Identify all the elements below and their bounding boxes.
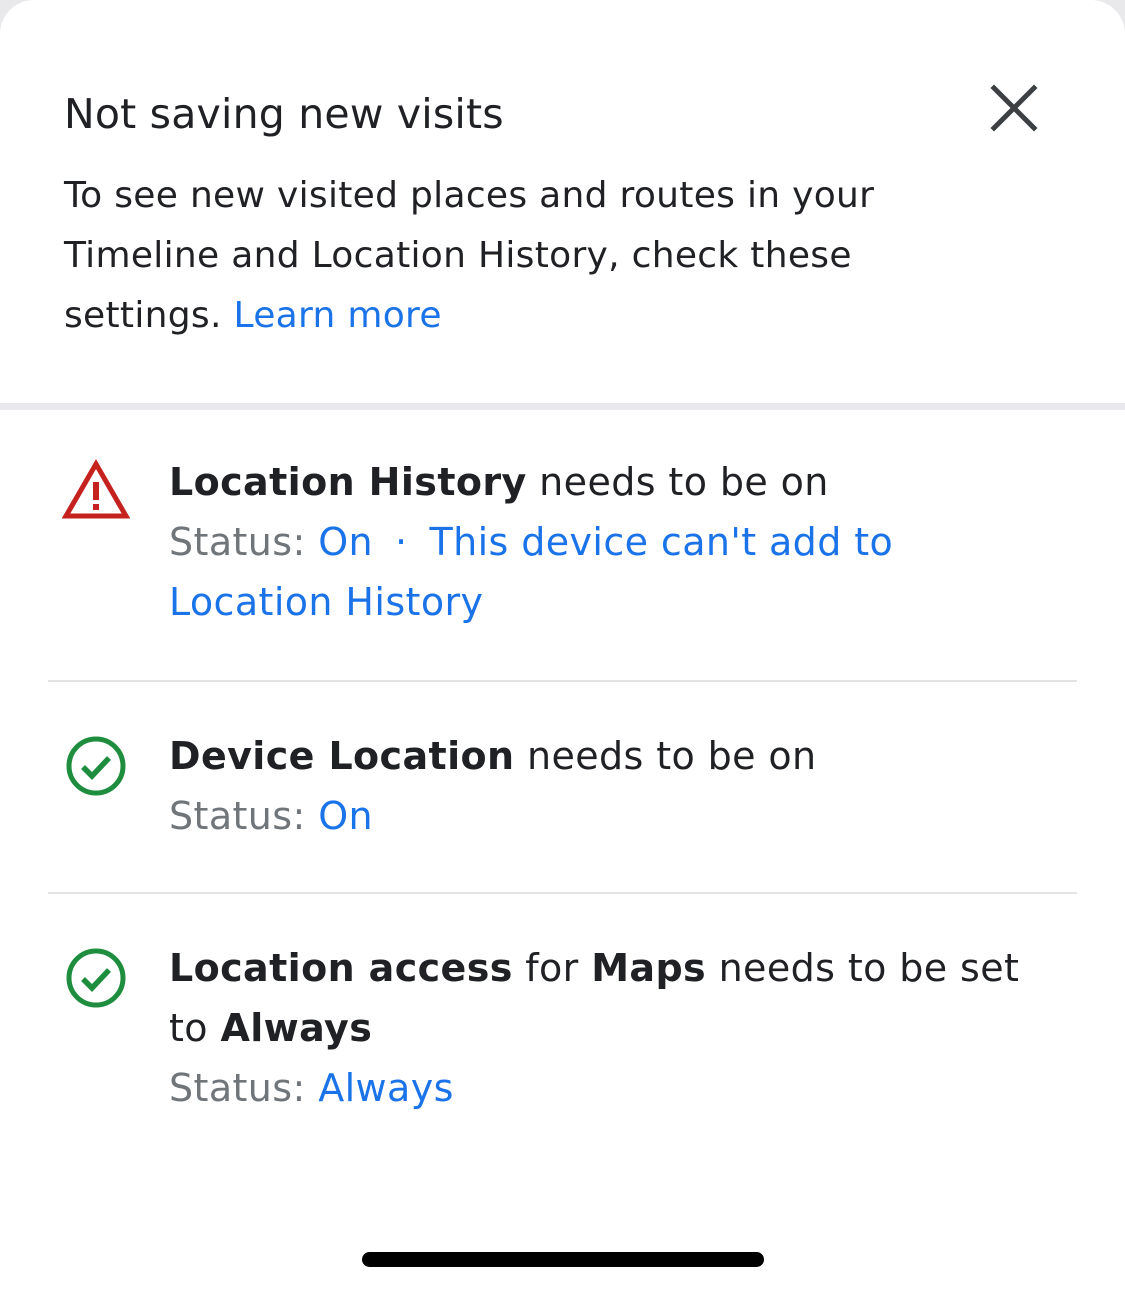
bottom-sheet: Not saving new visits To see new visited… — [0, 0, 1125, 1291]
check-circle-icon — [66, 736, 126, 796]
setting-row-text: Device Location needs to be on Status: O… — [169, 726, 1069, 846]
setting-status: Status: On — [169, 786, 1069, 846]
setting-title-rest: needs to be on — [514, 734, 817, 778]
setting-title-rest: needs to be on — [526, 460, 829, 504]
setting-row-text: Location access for Maps needs to be set… — [169, 938, 1069, 1118]
setting-title: Location access for Maps needs to be set… — [169, 938, 1049, 1058]
row-divider — [48, 892, 1077, 894]
home-indicator[interactable] — [362, 1252, 764, 1267]
check-circle-icon — [66, 948, 126, 1008]
setting-title-bold: Location History — [169, 460, 527, 504]
setting-title-bold: Device Location — [169, 734, 515, 778]
description-text: To see new visited places and routes in … — [64, 175, 875, 336]
status-value[interactable]: Always — [318, 1066, 454, 1110]
learn-more-link[interactable]: Learn more — [233, 295, 441, 336]
setting-title-bold: Always — [220, 1006, 373, 1050]
status-value[interactable]: On — [318, 520, 373, 564]
close-button[interactable] — [986, 80, 1042, 136]
status-value[interactable]: On — [318, 794, 373, 838]
setting-status: Status: On · This device can't add to Loca… — [169, 512, 1069, 632]
close-icon — [990, 84, 1038, 132]
warning-triangle-icon — [62, 458, 130, 519]
setting-title: Device Location needs to be on — [169, 726, 1069, 786]
setting-title-bold: Location access — [169, 946, 513, 990]
section-divider — [0, 403, 1125, 410]
status-label: Status: — [169, 794, 306, 838]
row-divider — [48, 680, 1077, 682]
setting-row-text: Location History needs to be on Status: … — [169, 452, 1069, 632]
sheet-header: Not saving new visits To see new visited… — [64, 88, 944, 346]
setting-title-mid: for — [512, 946, 592, 990]
description: To see new visited places and routes in … — [64, 166, 944, 346]
status-label: Status: — [169, 1066, 306, 1110]
status-separator: · — [394, 520, 408, 564]
setting-status: Status: Always — [169, 1058, 1069, 1118]
setting-title-bold: Maps — [591, 946, 707, 990]
setting-title: Location History needs to be on — [169, 452, 1069, 512]
page-title: Not saving new visits — [64, 90, 504, 138]
status-label: Status: — [169, 520, 306, 564]
